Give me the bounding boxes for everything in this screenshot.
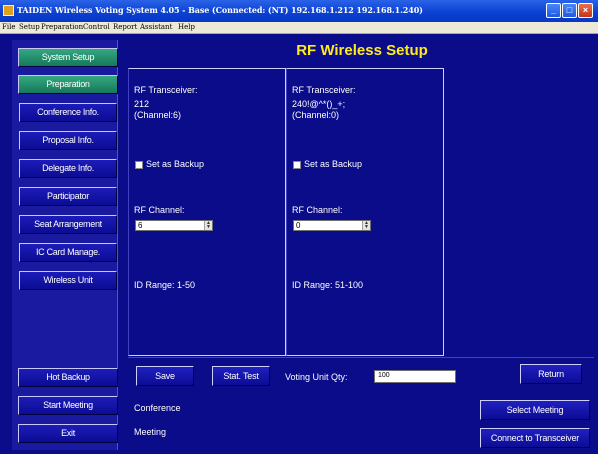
id-range-label: ID Range: 51-100 [292, 280, 364, 290]
sidebar-item-proposal-info[interactable]: Proposal Info. [19, 131, 117, 150]
transceiver-channel: (Channel:6) [134, 110, 182, 120]
rf-transceiver-label: RF Transceiver: [134, 85, 198, 95]
sidebar: System Setup Preparation Conference Info… [12, 40, 118, 450]
voting-unit-qty-value: 100 [378, 372, 390, 379]
connect-to-transceiver-button[interactable]: Connect to Transceiver [480, 428, 590, 448]
menu-file[interactable]: File [2, 23, 15, 31]
transceiver-name: 212 [134, 99, 150, 109]
sidebar-item-wireless-unit[interactable]: Wireless Unit [19, 271, 117, 290]
set-as-backup-checkbox[interactable] [135, 161, 143, 169]
transceiver-name: 240!@^*()_+; [292, 99, 346, 109]
sidebar-item-seat-arrangement[interactable]: Seat Arrangement [19, 215, 117, 234]
save-button[interactable]: Save [136, 366, 194, 386]
voting-unit-qty-input[interactable]: 100 [374, 370, 456, 383]
exit-button[interactable]: Exit [18, 424, 118, 443]
rf-transceiver-label: RF Transceiver: [292, 85, 356, 95]
id-range-label: ID Range: 1-50 [134, 280, 196, 290]
title-bar: TAIDEN Wireless Voting System 4.05 - Bas… [0, 0, 598, 22]
start-meeting-button[interactable]: Start Meeting [18, 396, 118, 415]
sidebar-item-ic-card-manage[interactable]: IC Card Manage. [19, 243, 117, 262]
sidebar-item-conference-info[interactable]: Conference Info. [19, 103, 117, 122]
rf-channel-stepper[interactable]: 0 ▲ ▼ [293, 220, 371, 231]
voting-unit-qty-label: Voting Unit Qty: [285, 372, 348, 382]
select-meeting-button[interactable]: Select Meeting [480, 400, 590, 420]
return-button[interactable]: Return [520, 364, 582, 384]
preparation-button[interactable]: Preparation [18, 75, 118, 94]
stat-test-button[interactable]: Stat. Test [212, 366, 270, 386]
set-as-backup-label: Set as Backup [146, 159, 205, 169]
rf-channel-value: 0 [296, 221, 301, 230]
set-as-backup-label: Set as Backup [304, 159, 363, 169]
menu-help[interactable]: Help [178, 23, 195, 31]
menu-preparation[interactable]: Preparation [41, 23, 83, 31]
set-as-backup-checkbox[interactable] [293, 161, 301, 169]
rf-channel-label: RF Channel: [292, 205, 343, 215]
page-title: RF Wireless Setup [296, 42, 428, 59]
rf-channel-value: 6 [138, 221, 143, 230]
conference-label: Conference [134, 403, 181, 413]
transceiver-panel-2: RF Transceiver: 240!@^*()_+; (Channel:0)… [286, 68, 444, 356]
close-icon[interactable]: × [578, 3, 593, 18]
app-icon [3, 5, 14, 16]
stepper-arrows-icon[interactable]: ▲ ▼ [204, 221, 212, 230]
menu-report[interactable]: Report [113, 23, 137, 31]
transceiver-panel-1: RF Transceiver: 212 (Channel:6) Set as B… [128, 68, 286, 356]
transceiver-channel: (Channel:0) [292, 110, 340, 120]
rf-channel-label: RF Channel: [134, 205, 185, 215]
meeting-label: Meeting [134, 427, 167, 437]
menu-setup[interactable]: Setup [19, 23, 40, 31]
sidebar-item-delegate-info[interactable]: Delegate Info. [19, 159, 117, 178]
menu-control[interactable]: Control [83, 23, 110, 31]
rf-channel-stepper[interactable]: 6 ▲ ▼ [135, 220, 213, 231]
window-title: TAIDEN Wireless Voting System 4.05 - Bas… [17, 5, 423, 15]
maximize-icon[interactable]: □ [562, 3, 577, 18]
minimize-icon[interactable]: _ [546, 3, 561, 18]
stepper-arrows-icon[interactable]: ▲ ▼ [362, 221, 370, 230]
menu-bar: File Setup Preparation Control Report As… [0, 22, 598, 34]
menu-assistant[interactable]: Assistant [140, 23, 172, 31]
hot-backup-button[interactable]: Hot Backup [18, 368, 118, 387]
system-setup-button[interactable]: System Setup [18, 48, 118, 67]
sidebar-item-participator[interactable]: Participator [19, 187, 117, 206]
